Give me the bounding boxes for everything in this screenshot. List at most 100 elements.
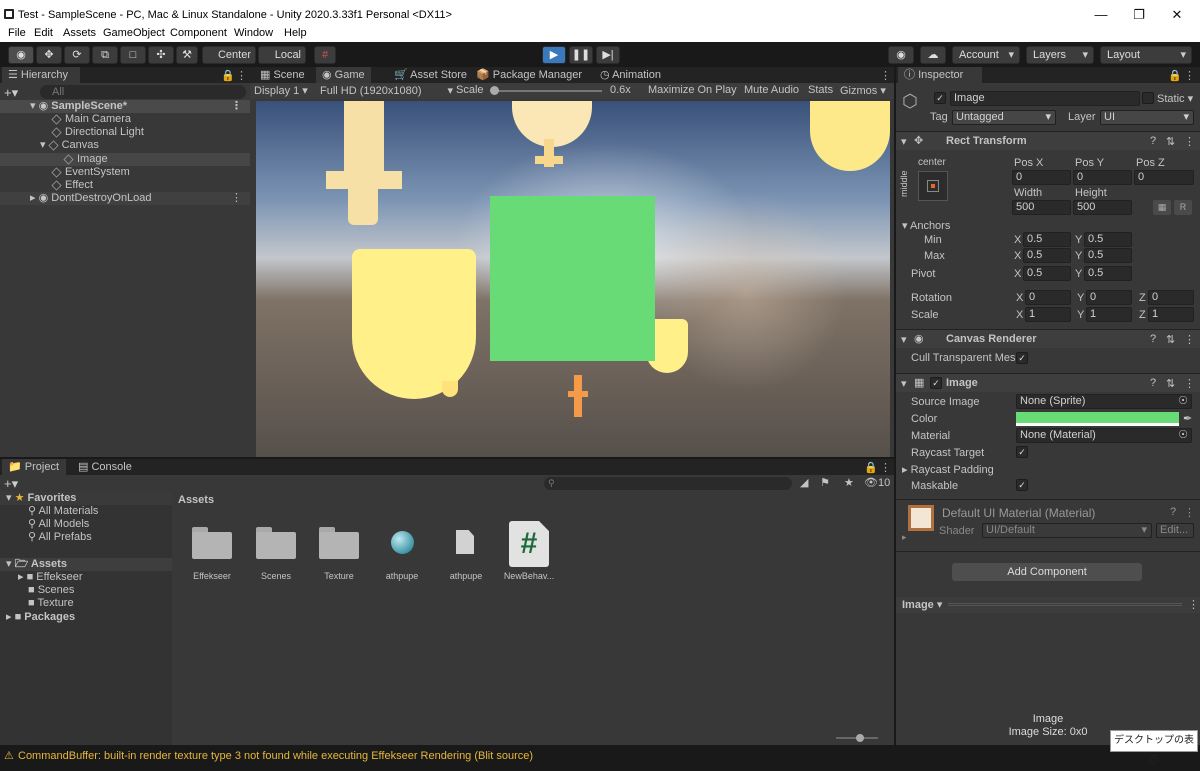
favorite-star-icon[interactable]: ★ xyxy=(844,476,854,489)
ui-image-green-square[interactable] xyxy=(490,196,655,361)
lock-icon[interactable]: 🔒 xyxy=(1168,69,1182,82)
maskable-checkbox[interactable]: ✓ xyxy=(1016,479,1028,491)
menu-help[interactable]: Help xyxy=(284,27,307,39)
transform-tool-icon[interactable]: ✣ xyxy=(148,46,174,64)
pos-y-field[interactable]: 0 xyxy=(1073,170,1132,185)
favorites-foldout[interactable]: ▾ ★ Favorites xyxy=(0,492,172,505)
tab-scene[interactable]: ▦ Scene xyxy=(254,67,311,83)
layer-dropdown[interactable]: UI ▾ xyxy=(1100,110,1194,125)
play-button[interactable]: ▶ xyxy=(542,46,566,64)
menu-file[interactable]: File xyxy=(8,27,26,39)
hierarchy-item-samplescene[interactable]: ▾ ◉ SampleScene* ⋮ xyxy=(0,100,250,113)
display-dropdown[interactable]: Display 1 ▾ xyxy=(254,84,308,97)
scale-y-field[interactable]: 1 xyxy=(1086,307,1132,322)
tree-folder-effekseer[interactable]: ▸ ■ Effekseer xyxy=(0,571,172,584)
menu-component[interactable]: Component xyxy=(170,27,227,39)
asset-folder-scenes[interactable]: Scenes xyxy=(246,519,306,583)
help-icon[interactable]: ? xyxy=(1150,333,1156,345)
rect-transform-header[interactable]: ▾ ✥ Rect Transform ? ⇅ ⋮ xyxy=(896,132,1200,150)
favorite-all-models[interactable]: ⚲ All Models xyxy=(0,518,172,531)
pivot-x-field[interactable]: 0.5 xyxy=(1023,266,1071,281)
active-checkbox[interactable]: ✓ xyxy=(934,92,946,104)
view-tool-icon[interactable]: ◉ xyxy=(8,46,34,64)
help-icon[interactable]: ? xyxy=(1150,377,1156,389)
asset-folder-texture[interactable]: Texture xyxy=(309,519,369,583)
hierarchy-item-effect[interactable]: Effect xyxy=(0,179,250,192)
preview-drag-handle[interactable] xyxy=(948,603,1182,606)
static-dropdown[interactable]: Static ▾ xyxy=(1157,92,1193,105)
icon-size-slider-thumb[interactable] xyxy=(856,734,864,742)
tree-folder-texture[interactable]: ■ Texture xyxy=(0,597,172,610)
component-menu-icon[interactable]: ⋮ xyxy=(1184,506,1195,519)
account-dropdown[interactable]: Account xyxy=(952,46,1020,64)
hierarchy-item-dontdestroyonload[interactable]: ▸ ◉ DontDestroyOnLoad ⋮ xyxy=(0,192,250,205)
menu-window[interactable]: Window xyxy=(234,27,273,39)
preview-menu-icon[interactable]: ⋮ xyxy=(1188,598,1199,611)
restore-icon[interactable]: ❐ xyxy=(1130,6,1148,24)
pos-z-field[interactable]: 0 xyxy=(1134,170,1194,185)
hidden-packages-icon[interactable]: 👁10 xyxy=(864,476,890,489)
raw-edit-button[interactable]: R xyxy=(1174,200,1192,215)
project-menu-icon[interactable]: ⋮ xyxy=(880,461,891,474)
lock-icon[interactable]: 🔒 xyxy=(221,69,235,82)
create-plus-icon[interactable]: +▾ xyxy=(4,476,18,492)
pause-button[interactable]: ❚❚ xyxy=(569,46,593,64)
object-name-field[interactable]: Image xyxy=(950,91,1140,106)
color-field[interactable] xyxy=(1016,412,1179,426)
foldout-arrow-icon[interactable]: ▸ xyxy=(902,532,907,543)
project-search-input[interactable]: ⚲ xyxy=(544,477,792,490)
blueprint-mode-icon[interactable]: ▦ xyxy=(1153,200,1171,215)
source-image-field[interactable]: None (Sprite) ☉ xyxy=(1016,394,1192,409)
preset-icon[interactable]: ⇅ xyxy=(1166,135,1175,148)
scene-menu-icon[interactable]: ⋮ xyxy=(231,100,242,113)
hierarchy-search-input[interactable]: All xyxy=(40,85,246,99)
tab-console[interactable]: ▤ Console xyxy=(72,459,138,475)
menu-assets[interactable]: Assets xyxy=(63,27,96,39)
eyedropper-icon[interactable]: ✒ xyxy=(1183,412,1192,425)
preset-icon[interactable]: ⇅ xyxy=(1166,377,1175,390)
filter-by-type-icon[interactable]: ◢ xyxy=(800,476,808,489)
object-picker-icon[interactable]: ☉ xyxy=(1178,429,1188,442)
cull-transparent-checkbox[interactable]: ✓ xyxy=(1016,352,1028,364)
pivot-local-button[interactable]: Local xyxy=(258,46,306,64)
preset-icon[interactable]: ⇅ xyxy=(1166,333,1175,346)
layers-dropdown[interactable]: Layers xyxy=(1026,46,1094,64)
favorite-all-materials[interactable]: ⚲ All Materials xyxy=(0,505,172,518)
create-plus-icon[interactable]: +▾ xyxy=(4,85,18,101)
tab-game[interactable]: ◉ Game xyxy=(316,67,371,83)
material-field[interactable]: None (Material) ☉ xyxy=(1016,428,1192,443)
scale-z-field[interactable]: 1 xyxy=(1148,307,1194,322)
scene-menu-icon[interactable]: ⋮ xyxy=(231,192,242,205)
assets-breadcrumb[interactable]: Assets xyxy=(178,494,214,506)
step-button[interactable]: ▶| xyxy=(596,46,620,64)
hierarchy-item-image[interactable]: Image xyxy=(0,153,250,166)
tab-animation[interactable]: ◷ Animation xyxy=(594,67,667,83)
menu-gameobject[interactable]: GameObject xyxy=(103,27,165,39)
maximize-on-play-toggle[interactable]: Maximize On Play xyxy=(648,84,737,96)
anchor-min-y-field[interactable]: 0.5 xyxy=(1084,232,1132,247)
hierarchy-item-canvas[interactable]: ▾ Canvas xyxy=(0,139,250,152)
asset-file-athpupe[interactable]: athpupe xyxy=(436,519,496,583)
shader-edit-button[interactable]: Edit... xyxy=(1156,523,1194,538)
add-component-button[interactable]: Add Component xyxy=(952,563,1142,581)
resolution-dropdown[interactable]: Full HD (1920x1080) ▾ xyxy=(320,84,453,97)
status-bar[interactable]: ⚠ CommandBuffer: built-in render texture… xyxy=(0,746,1200,766)
foldout-arrow-icon[interactable]: ▾ xyxy=(901,377,907,390)
stats-toggle[interactable]: Stats xyxy=(808,84,833,96)
tab-inspector[interactable]: ⓘ Inspector xyxy=(898,67,982,83)
menu-edit[interactable]: Edit xyxy=(34,27,53,39)
help-icon[interactable]: ? xyxy=(1170,506,1176,518)
anchor-presets-button[interactable] xyxy=(918,171,948,201)
scale-tool-icon[interactable]: ⧉ xyxy=(92,46,118,64)
object-picker-icon[interactable]: ☉ xyxy=(1178,395,1188,408)
component-menu-icon[interactable]: ⋮ xyxy=(1184,333,1195,346)
anchor-max-x-field[interactable]: 0.5 xyxy=(1023,248,1071,263)
raycast-target-checkbox[interactable]: ✓ xyxy=(1016,446,1028,458)
scale-slider-thumb[interactable] xyxy=(490,86,499,95)
tab-package-manager[interactable]: 📦 Package Manager xyxy=(470,67,588,83)
custom-tool-icon[interactable]: ⚒ xyxy=(176,46,198,64)
grid-snap-icon[interactable]: # xyxy=(314,46,336,64)
filter-by-label-icon[interactable]: ⚑ xyxy=(820,476,830,489)
game-menu-icon[interactable]: ⋮ xyxy=(880,69,891,82)
packages-foldout[interactable]: ▸ ■ Packages xyxy=(0,611,172,624)
